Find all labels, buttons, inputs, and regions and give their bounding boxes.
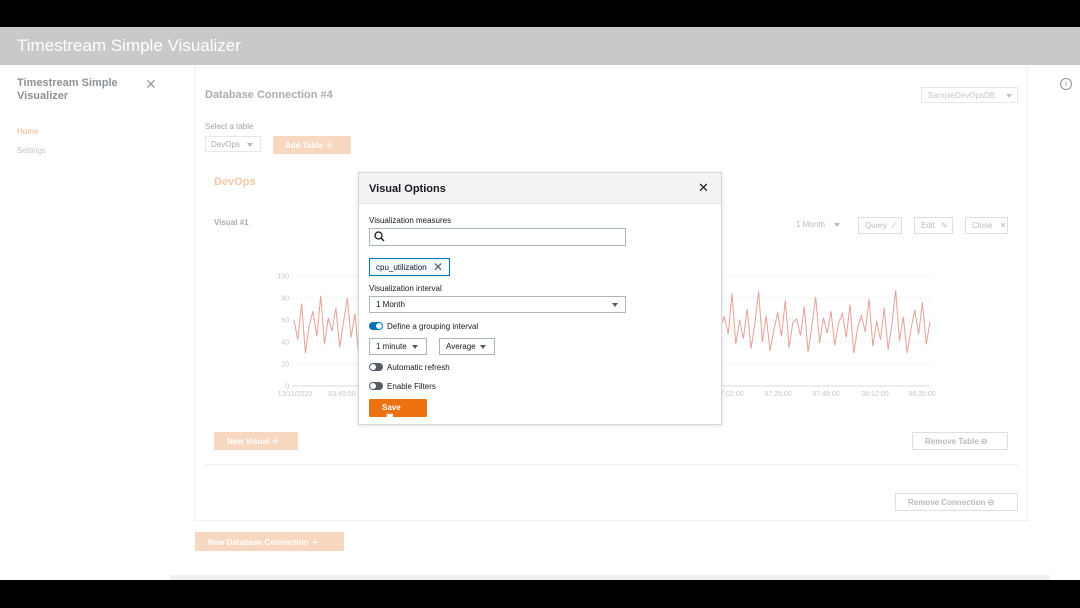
- save-button[interactable]: Save ▣: [369, 399, 427, 421]
- toggle-knob: [376, 323, 382, 329]
- add-table-label: Add Table: [285, 141, 324, 150]
- x-tick-label: 08:35:00: [908, 391, 935, 398]
- chevron-down-icon: [480, 345, 486, 349]
- minus-circle-icon: ⊖: [987, 498, 995, 507]
- grouping-interval-value: 1 minute: [376, 342, 407, 351]
- chevron-down-icon: [412, 345, 418, 349]
- grouping-label: Define a grouping interval: [387, 322, 479, 331]
- measures-label: Visualization measures: [369, 216, 452, 225]
- new-connection-label: New Database Connection: [208, 538, 309, 547]
- grouping-toggle[interactable]: [369, 322, 383, 330]
- filters-toggle[interactable]: [369, 382, 383, 390]
- x-tick-label: 03:49:00: [328, 391, 355, 398]
- toggle-knob: [370, 383, 376, 389]
- info-icon[interactable]: i: [1060, 78, 1072, 90]
- edit-button[interactable]: Edit ✎: [914, 217, 953, 234]
- filters-label: Enable Filters: [387, 382, 436, 391]
- edit-label: Edit: [921, 221, 935, 230]
- auto-refresh-toggle[interactable]: [369, 363, 383, 371]
- nav-title: Timestream Simple Visualizer: [17, 77, 118, 102]
- remove-table-label: Remove Table: [925, 437, 979, 446]
- y-tick-label: 100: [277, 274, 289, 281]
- table-select-value: DevOps: [211, 140, 240, 149]
- floppy-disk-icon: ▣: [386, 412, 394, 421]
- close-icon[interactable]: ✕: [145, 76, 157, 93]
- close-visual-button[interactable]: Close ✕: [965, 217, 1008, 234]
- plus-icon: ＋: [271, 437, 280, 446]
- measure-token: cpu_utilization ✕: [369, 258, 450, 276]
- modal-header: Visual Options ✕: [359, 173, 721, 204]
- query-button[interactable]: Query ⟋: [858, 217, 902, 234]
- nav-item-settings[interactable]: Settings: [17, 146, 46, 155]
- app-title: Timestream Simple Visualizer: [17, 36, 241, 55]
- new-connection-button[interactable]: New Database Connection ＋: [195, 532, 344, 551]
- aggregation-value: Average: [446, 342, 476, 351]
- close-icon[interactable]: ✕: [433, 260, 443, 274]
- database-select[interactable]: SampleDevOpsDB: [921, 87, 1018, 103]
- modal-title: Visual Options: [369, 183, 446, 195]
- search-icon: [374, 231, 385, 242]
- close-icon[interactable]: ✕: [698, 181, 709, 194]
- close-icon: ✕: [999, 221, 1007, 230]
- visual-title: Visual #1: [214, 218, 249, 227]
- grouping-interval-select[interactable]: 1 minute: [369, 338, 427, 355]
- plus-icon: ＋: [310, 538, 319, 547]
- nav-item-home[interactable]: Home: [17, 127, 38, 136]
- auto-refresh-label: Automatic refresh: [387, 363, 450, 372]
- x-tick-label: 13/11/2020: [278, 391, 313, 398]
- remove-table-button[interactable]: Remove Table ⊖: [912, 432, 1008, 450]
- select-table-label: Select a table: [205, 122, 254, 131]
- measures-search-input[interactable]: [369, 228, 626, 246]
- remove-connection-button[interactable]: Remove Connection ⊖: [895, 493, 1018, 511]
- visual-interval-select[interactable]: 1 Month: [790, 217, 846, 234]
- divider: [205, 464, 1018, 465]
- x-tick-label: 07:25:00: [764, 391, 791, 398]
- table-heading: DevOps: [214, 176, 256, 188]
- save-label: Save: [382, 403, 401, 412]
- y-tick-label: 20: [281, 362, 289, 369]
- toggle-knob: [370, 364, 376, 370]
- new-visual-button[interactable]: New Visual ＋: [214, 432, 298, 450]
- add-table-button[interactable]: Add Table ＋: [273, 136, 351, 154]
- chart-icon: ⟋: [891, 221, 897, 230]
- plus-icon: ＋: [325, 141, 334, 150]
- app-frame: Timestream Simple Visualizer Timestream …: [0, 27, 1080, 580]
- y-tick-label: 40: [281, 340, 289, 347]
- y-tick-label: 80: [281, 296, 289, 303]
- new-visual-label: New Visual: [227, 437, 270, 446]
- database-select-value: SampleDevOpsDB: [928, 91, 996, 100]
- interval-select[interactable]: 1 Month: [369, 296, 626, 313]
- table-select[interactable]: DevOps: [205, 136, 261, 152]
- y-tick-label: 60: [281, 318, 289, 325]
- bottom-strip: [170, 575, 1050, 580]
- remove-connection-label: Remove Connection: [908, 498, 986, 507]
- visual-interval-value: 1 Month: [796, 220, 825, 229]
- connection-title: Database Connection #4: [205, 89, 333, 101]
- chevron-down-icon: [1006, 94, 1012, 98]
- chevron-down-icon: [612, 303, 618, 307]
- measure-token-label: cpu_utilization: [376, 263, 427, 272]
- close-visual-label: Close: [972, 221, 993, 230]
- pencil-icon: ✎: [941, 221, 948, 230]
- top-bar: Timestream Simple Visualizer: [0, 27, 1080, 65]
- minus-circle-icon: ⊖: [980, 437, 988, 446]
- visual-options-modal: Visual Options ✕ Visualization measures …: [358, 172, 722, 425]
- interval-label: Visualization interval: [369, 284, 442, 293]
- x-tick-label: 07:48:00: [812, 391, 839, 398]
- chevron-down-icon: [247, 143, 253, 147]
- y-tick-label: 0: [285, 384, 289, 391]
- chevron-down-icon: [834, 223, 840, 227]
- query-label: Query: [865, 221, 887, 230]
- aggregation-select[interactable]: Average: [439, 338, 495, 355]
- interval-select-value: 1 Month: [376, 300, 405, 309]
- x-tick-label: 08:12:00: [861, 391, 888, 398]
